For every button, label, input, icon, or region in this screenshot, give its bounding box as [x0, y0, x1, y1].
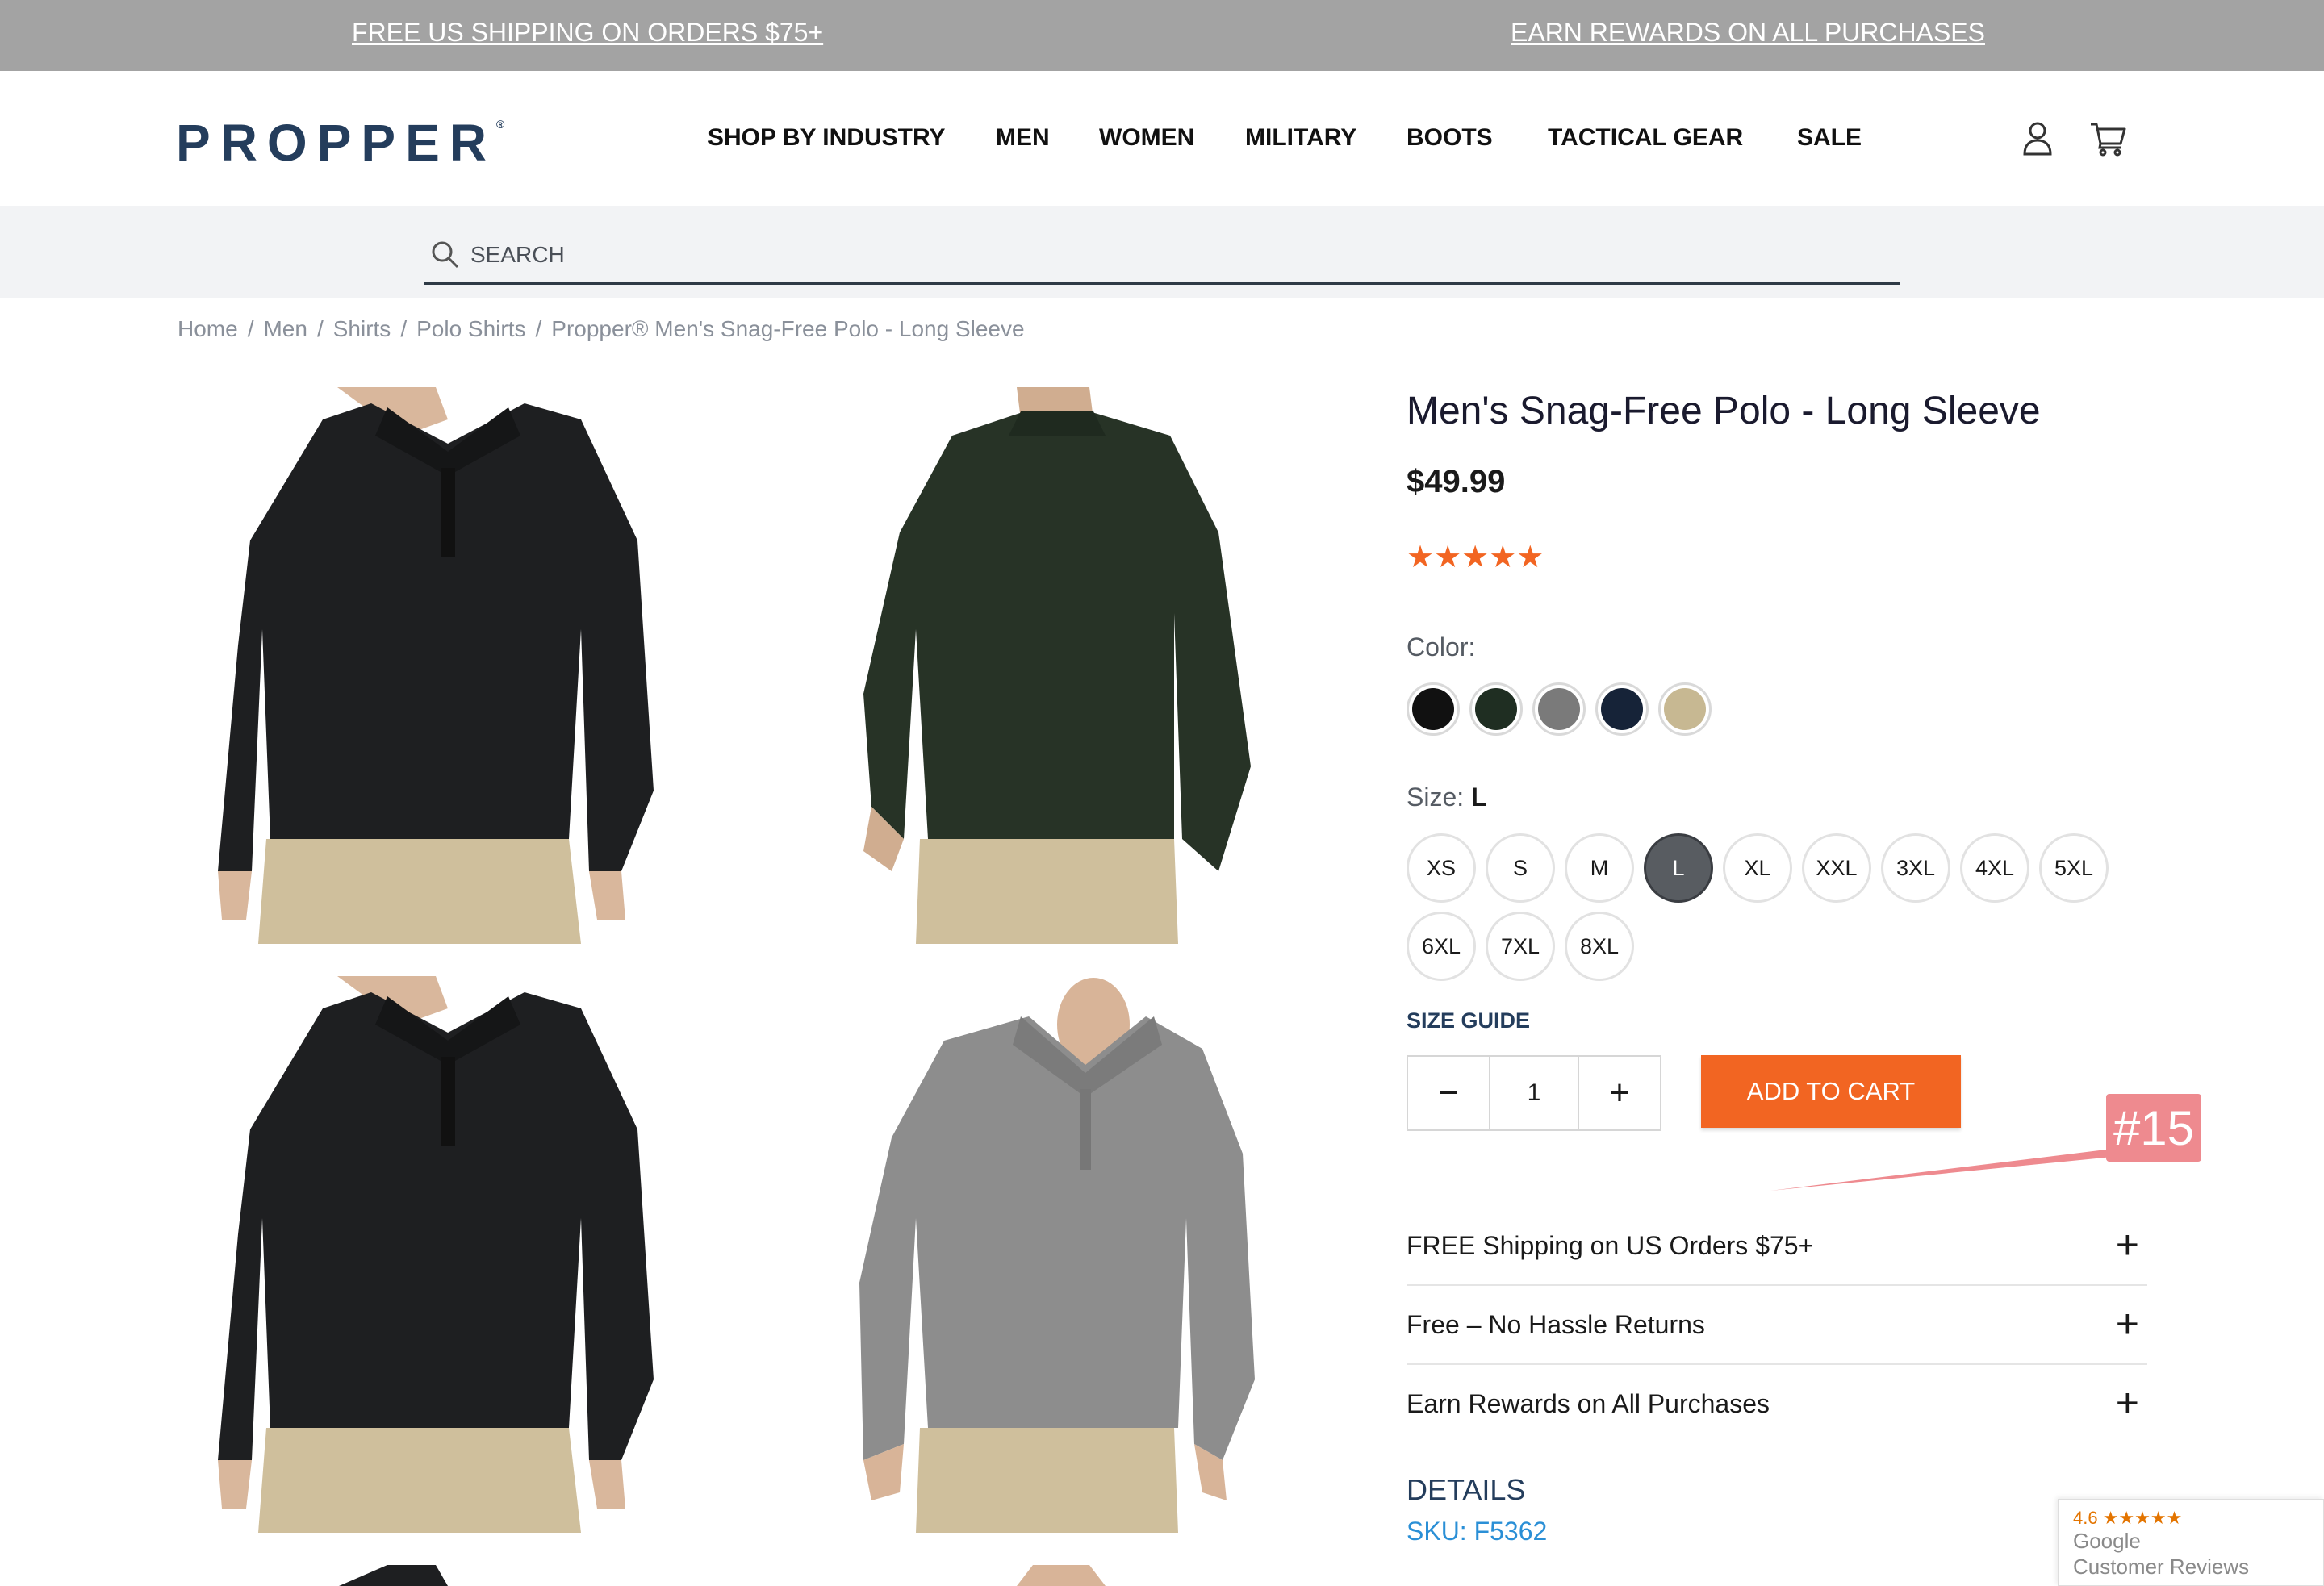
accordion-shipping[interactable]: FREE Shipping on US Orders $75+ +	[1407, 1207, 2147, 1286]
size-option-7xl[interactable]: 7XL	[1486, 912, 1555, 981]
product-sku: SKU: F5362	[1407, 1517, 1548, 1546]
color-swatch-black[interactable]	[1407, 682, 1460, 736]
google-rating: 4.6 ★★★★★	[2073, 1508, 2183, 1528]
details-heading[interactable]: DETAILS	[1407, 1473, 1525, 1507]
size-label: Size: L	[1407, 783, 1487, 812]
color-swatch-navy[interactable]	[1595, 682, 1649, 736]
customer-reviews-text: Customer Reviews	[2073, 1555, 2250, 1579]
breadcrumb-polo-shirts[interactable]: Polo Shirts	[416, 316, 525, 341]
color-swatch-khaki[interactable]	[1658, 682, 1712, 736]
breadcrumb-separator: /	[316, 316, 324, 341]
search-box	[424, 225, 1900, 285]
size-option-xxl[interactable]: XXL	[1802, 833, 1871, 903]
selected-size: L	[1471, 783, 1487, 812]
cart-icon[interactable]	[2088, 118, 2129, 158]
size-option-5xl[interactable]: 5XL	[2039, 833, 2109, 903]
quantity-stepper: − 1 +	[1407, 1055, 1661, 1131]
accordion-rewards[interactable]: Earn Rewards on All Purchases +	[1407, 1365, 2147, 1444]
nav-men[interactable]: MEN	[996, 124, 1050, 152]
breadcrumb-current: Propper® Men's Snag-Free Polo - Long Sle…	[551, 316, 1025, 341]
nav-military[interactable]: MILITARY	[1245, 124, 1356, 152]
size-option-3xl[interactable]: 3XL	[1881, 833, 1950, 903]
nav-women[interactable]: WOMEN	[1099, 124, 1194, 152]
accordion-returns-label: Free – No Hassle Returns	[1407, 1310, 1705, 1339]
google-logo-text: Google	[2073, 1529, 2141, 1553]
google-reviews-badge[interactable]: 4.6 ★★★★★ Google Customer Reviews	[2058, 1499, 2324, 1586]
breadcrumb-men[interactable]: Men	[263, 316, 307, 341]
size-option-l[interactable]: L	[1644, 833, 1713, 903]
add-to-cart-button[interactable]: ADD TO CART	[1701, 1055, 1961, 1128]
product-image-thumb-5[interactable]	[202, 1565, 702, 1586]
size-guide-link[interactable]: SIZE GUIDE	[1407, 1008, 1530, 1033]
plus-icon[interactable]: +	[2116, 1300, 2139, 1347]
nav-boots[interactable]: BOOTS	[1407, 124, 1493, 152]
size-option-8xl[interactable]: 8XL	[1565, 912, 1634, 981]
product-image-thumb-6[interactable]	[815, 1565, 1315, 1586]
nav-shop-by-industry[interactable]: SHOP BY INDUSTRY	[708, 124, 946, 152]
breadcrumb-separator: /	[247, 316, 254, 341]
breadcrumb-separator: /	[535, 316, 542, 341]
product-title: Men's Snag-Free Polo - Long Sleeve	[1407, 390, 2041, 432]
site-header: PROPPER® SHOP BY INDUSTRY MEN WOMEN MILI…	[0, 71, 2324, 206]
color-swatch-green[interactable]	[1469, 682, 1523, 736]
product-image-green-back[interactable]	[815, 387, 1315, 944]
quantity-increase-button[interactable]: +	[1578, 1057, 1660, 1129]
breadcrumb: Home / Men / Shirts / Polo Shirts / Propper® Men…	[178, 316, 1025, 342]
size-option-xl[interactable]: XL	[1723, 833, 1792, 903]
quantity-value[interactable]: 1	[1490, 1057, 1578, 1129]
search-icon[interactable]	[430, 240, 461, 270]
accordion-shipping-label: FREE Shipping on US Orders $75+	[1407, 1231, 1814, 1260]
size-option-s[interactable]: S	[1486, 833, 1555, 903]
size-option-xs[interactable]: XS	[1407, 833, 1476, 903]
size-option-4xl[interactable]: 4XL	[1960, 833, 2029, 903]
quantity-decrease-button[interactable]: −	[1408, 1057, 1490, 1129]
size-option-6xl[interactable]: 6XL	[1407, 912, 1476, 981]
search-band	[0, 206, 2324, 298]
product-price: $49.99	[1407, 464, 1506, 499]
product-image-black-front-alt[interactable]	[202, 976, 702, 1533]
accordion-returns[interactable]: Free – No Hassle Returns +	[1407, 1286, 2147, 1365]
search-input[interactable]	[470, 236, 1842, 273]
plus-icon[interactable]: +	[2116, 1379, 2139, 1426]
brand-logo[interactable]: PROPPER®	[176, 113, 504, 173]
product-image-black-front[interactable]	[202, 387, 702, 944]
annotation-marker: #15	[2106, 1094, 2201, 1162]
promo-bar: FREE US SHIPPING ON ORDERS $75+ EARN REW…	[0, 0, 2324, 71]
breadcrumb-shirts[interactable]: Shirts	[333, 316, 391, 341]
breadcrumb-separator: /	[400, 316, 408, 341]
color-label: Color:	[1407, 632, 1476, 662]
rating-stars[interactable]: ★★★★★	[1407, 539, 1544, 575]
product-image-grey-front[interactable]	[815, 976, 1315, 1533]
color-swatch-grey[interactable]	[1532, 682, 1586, 736]
accordion-rewards-label: Earn Rewards on All Purchases	[1407, 1389, 1770, 1418]
promo-shipping-link[interactable]: FREE US SHIPPING ON ORDERS $75+	[352, 18, 823, 48]
size-option-m[interactable]: M	[1565, 833, 1634, 903]
plus-icon[interactable]: +	[2116, 1221, 2139, 1268]
account-icon[interactable]	[2017, 118, 2058, 158]
breadcrumb-home[interactable]: Home	[178, 316, 238, 341]
nav-tactical-gear[interactable]: TACTICAL GEAR	[1548, 124, 1743, 152]
nav-sale[interactable]: SALE	[1797, 124, 1862, 152]
promo-rewards-link[interactable]: EARN REWARDS ON ALL PURCHASES	[1511, 18, 1985, 48]
